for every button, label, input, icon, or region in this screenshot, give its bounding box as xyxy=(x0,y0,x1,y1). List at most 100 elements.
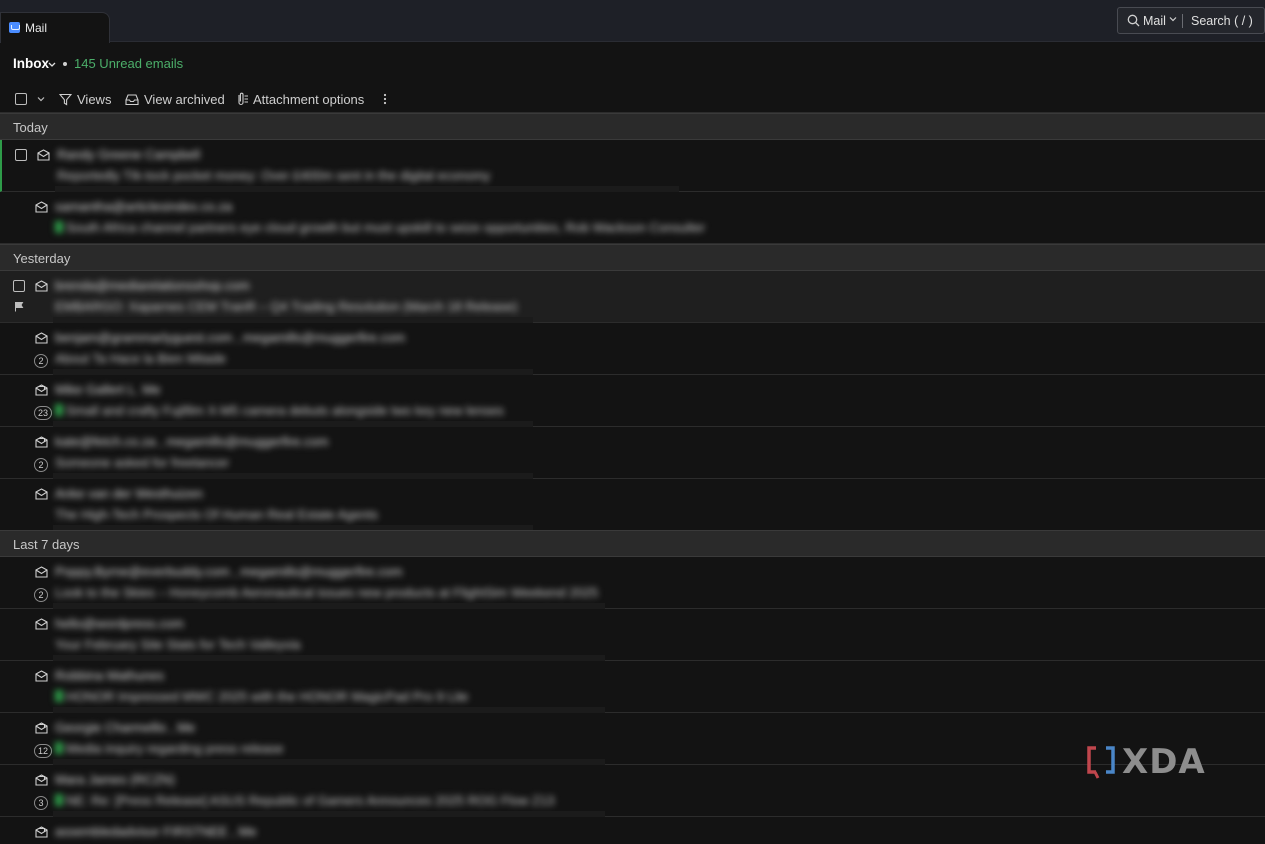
email-subject-text: NE: Re: [Press Release] ASUS Republic of… xyxy=(66,793,555,808)
envelope-open-icon xyxy=(35,384,48,396)
email-subject: Media inquiry regarding press release xyxy=(55,741,284,756)
email-subject: Your February Site Stats for Tech Valley… xyxy=(55,637,301,652)
envelope-icon xyxy=(35,566,48,578)
email-subject: The High-Tech Prospects Of Human Real Es… xyxy=(55,507,378,522)
email-row[interactable]: 2 benjam@grammarlyguest.com , megamills@… xyxy=(0,323,1265,375)
email-sender: Mara James (RCZN) xyxy=(55,772,175,787)
filter-icon xyxy=(59,93,72,105)
select-dropdown[interactable] xyxy=(37,88,45,110)
email-subject: Someone asked for freelancer xyxy=(55,455,230,470)
more-options-button[interactable] xyxy=(381,88,389,110)
section-header-last-7-days: Last 7 days xyxy=(0,530,1265,557)
email-sender: Anke van der Westhuizen xyxy=(55,486,203,501)
row-checkbox[interactable] xyxy=(15,149,27,161)
email-row[interactable]: Robbina Mathunes HONOR Impressed MWC 202… xyxy=(0,661,1265,713)
thread-count-badge: 3 xyxy=(34,796,48,810)
email-row[interactable]: hello@wordpress.com Your February Site S… xyxy=(0,609,1265,661)
email-row[interactable]: Randy Greene Campbell Reportedly TIk-toc… xyxy=(0,140,1265,192)
chevron-down-icon[interactable] xyxy=(1169,15,1177,23)
email-subject: NE: Re: [Press Release] ASUS Republic of… xyxy=(55,793,554,808)
envelope-open-icon xyxy=(35,774,48,786)
archive-icon xyxy=(125,93,139,105)
email-subject-text: South Africa channel partners eye cloud … xyxy=(66,220,706,235)
envelope-icon xyxy=(35,332,48,344)
view-archived-label: View archived xyxy=(144,91,225,107)
search-scope-dropdown[interactable]: Mail xyxy=(1143,14,1166,28)
email-sender: Randy Greene Campbell xyxy=(57,147,201,162)
views-label: Views xyxy=(77,91,112,107)
chevron-down-icon[interactable] xyxy=(48,61,56,69)
email-subject-text: HONOR Impressed MWC 2025 with the HONOR … xyxy=(66,689,469,704)
xda-wordmark: XDA xyxy=(1122,742,1206,782)
envelope-open-icon xyxy=(35,722,48,734)
row-checkbox[interactable] xyxy=(13,280,25,292)
search-box[interactable]: Mail Search ( / ) xyxy=(1117,7,1265,34)
email-subject: Small and crafty Fujifilm X-M5 camera de… xyxy=(55,403,504,418)
email-row[interactable]: 2 kate@fetch.co.za , megamills@muggerfir… xyxy=(0,427,1265,479)
envelope-icon xyxy=(35,618,48,630)
section-header-today: Today xyxy=(0,113,1265,140)
email-sender: Robbina Mathunes xyxy=(55,668,165,683)
email-subject: South Africa channel partners eye cloud … xyxy=(55,220,705,235)
views-button[interactable]: Views xyxy=(59,88,111,110)
section-label: Yesterday xyxy=(13,251,71,266)
email-sender: Mike Gallert L. Me xyxy=(55,382,161,397)
tab-label: Mail xyxy=(25,21,48,35)
view-archived-button[interactable]: View archived xyxy=(125,88,225,110)
thread-count-badge: 2 xyxy=(34,354,48,368)
thread-count-badge: 12 xyxy=(34,744,53,758)
email-row[interactable]: brenda@mediarelationsshop.com EMBARGO: X… xyxy=(0,271,1265,323)
email-sender: hello@wordpress.com xyxy=(55,616,184,631)
email-sender: samantha@articlesindex.co.za xyxy=(55,199,233,214)
more-vertical-icon xyxy=(383,93,387,105)
category-tag xyxy=(55,794,63,806)
category-tag xyxy=(55,690,63,702)
xda-watermark-logo: XDA xyxy=(1086,742,1206,782)
email-sender: benjam@grammarlyguest.com , megamills@mu… xyxy=(55,330,406,345)
attachment-options-button[interactable]: Attachment options xyxy=(235,88,364,110)
envelope-icon xyxy=(35,488,48,500)
envelope-icon xyxy=(35,280,48,292)
envelope-icon xyxy=(35,201,48,213)
envelope-open-icon xyxy=(35,826,48,838)
paperclip-icon xyxy=(238,92,248,106)
search-icon xyxy=(1127,14,1140,27)
section-label: Last 7 days xyxy=(13,537,80,552)
email-sender: kate@fetch.co.za , megamills@muggerfire.… xyxy=(55,434,329,449)
email-subject: EMBARGO: Xaparnes CEM TranR – Q4 Trading… xyxy=(55,299,518,314)
flag-icon[interactable] xyxy=(14,301,24,312)
category-tag xyxy=(55,742,63,754)
email-sender: assembledadvisor FIRSTNEE , Me xyxy=(55,824,257,839)
email-row[interactable]: assembledadvisor FIRSTNEE , Me xyxy=(0,817,1265,844)
email-row[interactable]: Anke van der Westhuizen The High-Tech Pr… xyxy=(0,479,1265,531)
email-row[interactable]: 12 Georgie Charmellis , Me Media inquiry… xyxy=(0,713,1265,765)
email-sender: Poppy.Byrne@everbuddy.com , megamills@mu… xyxy=(55,564,403,579)
email-subject: HONOR Impressed MWC 2025 with the HONOR … xyxy=(55,689,468,704)
envelope-icon xyxy=(37,149,50,161)
folder-title[interactable]: Inbox xyxy=(13,56,49,71)
email-row[interactable]: 2 Poppy.Byrne@everbuddy.com , megamills@… xyxy=(0,557,1265,609)
thread-count-badge: 2 xyxy=(34,588,48,602)
email-row[interactable]: 23 Mike Gallert L. Me Small and crafty F… xyxy=(0,375,1265,427)
select-all-checkbox[interactable] xyxy=(15,88,27,110)
checkbox-icon xyxy=(15,93,27,105)
category-tag xyxy=(55,221,63,233)
top-bar: Mail Mail Search ( / ) xyxy=(0,0,1265,43)
tab-mail[interactable]: Mail xyxy=(0,12,110,43)
email-subject-text: Media inquiry regarding press release xyxy=(66,741,284,756)
email-subject: Reportedly TIk-tock pocket money: Over £… xyxy=(57,168,491,183)
section-label: Today xyxy=(13,120,48,135)
email-row[interactable]: 3 Mara James (RCZN) NE: Re: [Press Relea… xyxy=(0,765,1265,817)
thread-count-badge: 23 xyxy=(34,406,53,420)
envelope-icon xyxy=(35,670,48,682)
attachment-options-label: Attachment options xyxy=(253,91,365,107)
email-subject-text: Small and crafty Fujifilm X-M5 camera de… xyxy=(66,403,504,418)
separator-dot xyxy=(63,62,67,66)
email-sender: Georgie Charmellis , Me xyxy=(55,720,196,735)
search-input[interactable]: Search ( / ) xyxy=(1191,14,1253,28)
email-row[interactable]: samantha@articlesindex.co.za South Afric… xyxy=(0,192,1265,244)
mail-toolbar: Views View archived Attachment options xyxy=(0,88,1265,112)
xda-bracket-icon xyxy=(1087,746,1115,779)
unread-count[interactable]: 145 Unread emails xyxy=(74,56,183,71)
thread-count-badge: 2 xyxy=(34,458,48,472)
